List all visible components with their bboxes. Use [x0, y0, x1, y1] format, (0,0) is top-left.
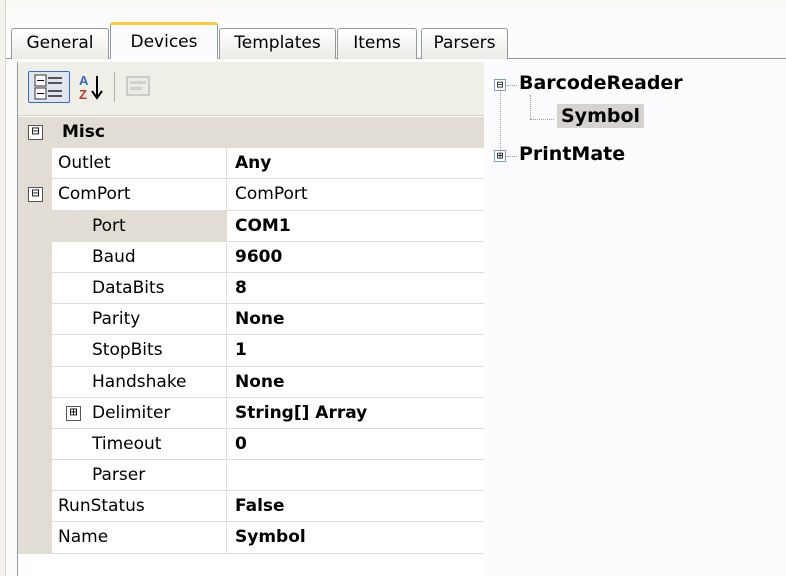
tree-line: [507, 156, 517, 157]
property-name: ComPort: [52, 179, 227, 211]
property-name-text: Delimiter: [92, 402, 171, 423]
row-gutter: [18, 397, 52, 429]
row-gutter: [18, 241, 52, 273]
property-rows: ⊟ Misc Outlet Any ⊟ ComPort ComPort Port…: [18, 117, 484, 554]
tree-node-barcodereader[interactable]: BarcodeReader: [519, 72, 683, 94]
property-name: ⊞ Delimiter: [52, 397, 227, 429]
tree-node-label: Symbol: [557, 104, 645, 128]
categorized-view-button[interactable]: [28, 71, 70, 103]
row-gutter: [18, 428, 52, 461]
property-name: Port: [52, 210, 227, 242]
property-name: Parser: [52, 460, 227, 492]
sort-az-icon: A Z: [79, 73, 103, 102]
category-label: Misc: [62, 122, 105, 142]
property-value[interactable]: Any: [227, 148, 484, 180]
property-value[interactable]: None: [227, 304, 484, 336]
tab-parsers[interactable]: Parsers: [421, 28, 508, 59]
property-name: StopBits: [52, 335, 227, 367]
alphabetical-sort-button[interactable]: A Z: [76, 71, 106, 103]
property-value[interactable]: 8: [227, 273, 484, 305]
row-gutter: [18, 148, 52, 180]
property-row-comport[interactable]: ⊟ ComPort ComPort: [18, 179, 484, 211]
row-gutter: ⊟: [18, 179, 52, 211]
property-name: Baud: [52, 241, 227, 273]
tab-items[interactable]: Items: [337, 28, 417, 59]
row-gutter: [18, 210, 52, 242]
property-value[interactable]: [227, 460, 484, 492]
property-name: Name: [52, 522, 227, 554]
tree-line: [530, 95, 531, 119]
row-gutter: [18, 272, 52, 305]
property-pages-button[interactable]: [122, 71, 154, 103]
tree-line: [500, 90, 501, 156]
svg-text:A: A: [79, 73, 89, 88]
property-value[interactable]: ComPort: [227, 179, 484, 211]
property-row[interactable]: Parser: [18, 460, 484, 492]
row-gutter: [18, 522, 52, 554]
property-grid-toolbar: A Z: [18, 62, 484, 116]
property-value[interactable]: 1: [227, 335, 484, 367]
tree-line: [507, 85, 517, 86]
tree-node-symbol[interactable]: Symbol: [557, 104, 645, 128]
property-value[interactable]: 0: [227, 429, 484, 461]
property-name: RunStatus: [52, 491, 227, 523]
property-row[interactable]: RunStatus False: [18, 491, 484, 523]
property-row[interactable]: Baud 9600: [18, 241, 484, 273]
row-gutter: [18, 460, 52, 492]
property-row[interactable]: Parity None: [18, 304, 484, 336]
property-row[interactable]: Timeout 0: [18, 428, 484, 461]
tree-line: [530, 119, 554, 120]
tab-devices[interactable]: Devices: [110, 22, 218, 59]
window-top-band: [6, 0, 786, 14]
property-name: Handshake: [52, 366, 227, 398]
devices-tab-content: A Z ⊟ Misc Outlet Any ⊟ ComPort ComPort …: [6, 59, 786, 576]
expand-icon[interactable]: ⊞: [494, 150, 506, 162]
expand-icon[interactable]: ⊞: [66, 405, 81, 421]
tab-general[interactable]: General: [11, 28, 109, 59]
property-name: Outlet: [52, 148, 227, 180]
property-value[interactable]: None: [227, 367, 484, 398]
property-row[interactable]: Name Symbol: [18, 522, 484, 554]
property-row-delimiter[interactable]: ⊞ Delimiter String[] Array: [18, 397, 484, 429]
row-gutter: [18, 304, 52, 336]
property-value[interactable]: Symbol: [227, 522, 484, 554]
svg-text:Z: Z: [79, 87, 87, 102]
property-value[interactable]: COM1: [227, 211, 484, 242]
collapse-icon[interactable]: ⊟: [28, 187, 43, 203]
property-pages-icon: [126, 76, 150, 96]
property-value[interactable]: 9600: [227, 242, 484, 273]
property-row[interactable]: DataBits 8: [18, 272, 484, 305]
row-gutter: [18, 491, 52, 523]
property-row-selected[interactable]: Port COM1: [18, 210, 484, 242]
toolbar-separator: [114, 72, 115, 102]
property-value[interactable]: String[] Array: [227, 398, 484, 429]
tab-templates[interactable]: Templates: [219, 28, 336, 59]
collapse-icon[interactable]: ⊟: [494, 79, 506, 91]
tree-node-printmate[interactable]: PrintMate: [519, 143, 625, 165]
categorized-view-icon: [34, 74, 62, 100]
property-name: DataBits: [52, 272, 227, 305]
tab-strip: General Devices Templates Items Parsers: [6, 14, 786, 59]
property-name: Timeout: [52, 428, 227, 461]
row-gutter: [18, 335, 52, 367]
property-row[interactable]: Outlet Any: [18, 148, 484, 180]
category-row-misc[interactable]: ⊟ Misc: [18, 117, 484, 149]
property-row[interactable]: StopBits 1: [18, 335, 484, 367]
property-row[interactable]: Handshake None: [18, 366, 484, 398]
collapse-icon[interactable]: ⊟: [28, 125, 43, 140]
row-gutter: [18, 366, 52, 398]
property-grid: A Z ⊟ Misc Outlet Any ⊟ ComPort ComPort …: [17, 62, 484, 576]
property-name: Parity: [52, 304, 227, 336]
property-value[interactable]: False: [227, 491, 484, 523]
row-gutter: ⊟: [18, 117, 52, 149]
